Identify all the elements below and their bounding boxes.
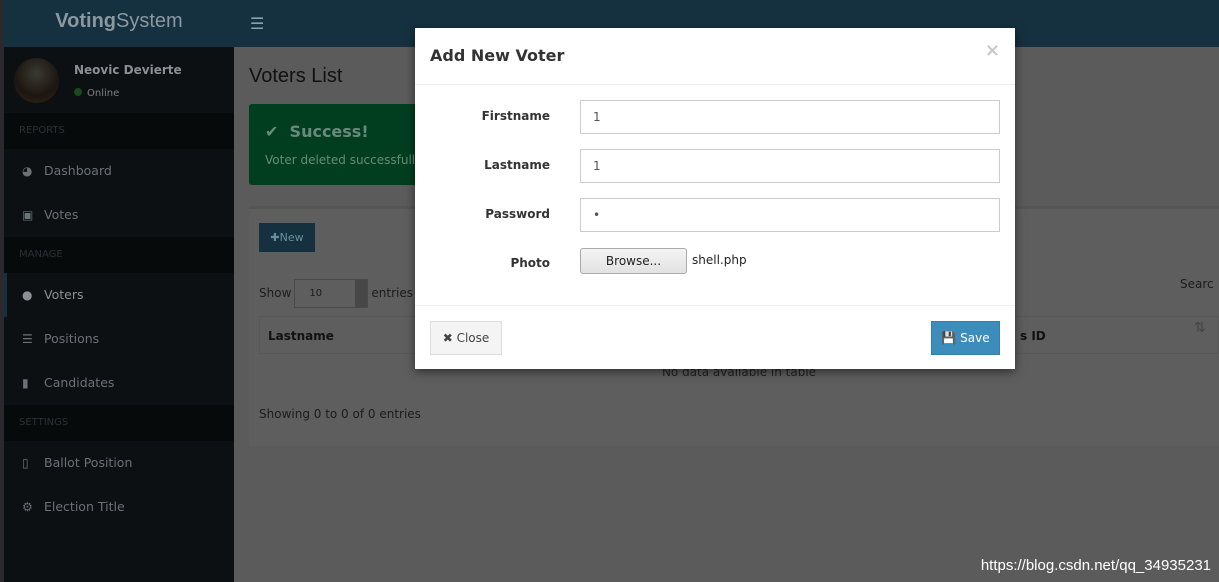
user-panel: Neovic Devierte Online xyxy=(4,47,234,113)
list-icon: ☰ xyxy=(22,332,33,346)
users-icon: ● xyxy=(22,288,33,302)
page-title: Voters List xyxy=(249,65,343,87)
password-field[interactable] xyxy=(580,198,1000,232)
sidebar-item-candidates[interactable]: ▮ Candidates xyxy=(4,361,234,405)
search-label: Searc xyxy=(1180,277,1214,291)
chevron-down-icon xyxy=(355,280,368,307)
browse-button[interactable]: Browse... xyxy=(580,248,687,274)
user-status: Online xyxy=(74,88,119,99)
sidebar-item-voters[interactable]: ● Voters xyxy=(4,273,234,317)
firstname-field[interactable] xyxy=(580,100,1000,134)
new-voter-button[interactable]: ✚New xyxy=(259,223,315,252)
avatar xyxy=(14,58,59,103)
watermark: https://blog.csdn.net/qq_34935231 xyxy=(980,557,1211,574)
entries-select[interactable]: 10 xyxy=(294,279,369,308)
column-voters-id[interactable]: s ID xyxy=(1020,317,1046,355)
user-name: Neovic Devierte xyxy=(74,63,182,77)
file-icon: ▯ xyxy=(22,456,29,470)
save-button[interactable]: 💾 Save xyxy=(931,321,1000,355)
sidebar-item-votes[interactable]: ▣ Votes xyxy=(4,193,234,237)
selected-file-name: shell.php xyxy=(692,253,747,267)
lock-icon: ▣ xyxy=(22,208,34,222)
sidebar-item-election-title[interactable]: ⚙ Election Title xyxy=(4,485,234,529)
check-icon: ✔ xyxy=(265,122,290,141)
add-voter-modal: Add New Voter × Firstname Lastname Passw… xyxy=(415,28,1015,369)
sidebar-item-dashboard[interactable]: ◕ Dashboard xyxy=(4,149,234,193)
cog-icon: ⚙ xyxy=(22,500,33,514)
id-card-icon: ▮ xyxy=(22,376,29,390)
sidebar-header-manage: MANAGE xyxy=(4,237,234,273)
logo[interactable]: VotingSystem xyxy=(4,0,234,47)
close-button[interactable]: ✖ Close xyxy=(430,321,502,355)
online-dot-icon xyxy=(74,88,82,96)
save-icon: 💾 xyxy=(941,331,961,345)
sidebar-header-settings: SETTINGS xyxy=(4,405,234,441)
sidebar-header-reports: REPORTS xyxy=(4,113,234,149)
modal-title: Add New Voter xyxy=(430,46,565,65)
dashboard-icon: ◕ xyxy=(22,164,33,178)
sort-icon[interactable]: ⇅ xyxy=(1194,320,1206,336)
close-icon[interactable]: × xyxy=(985,40,1000,61)
sidebar-item-positions[interactable]: ☰ Positions xyxy=(4,317,234,361)
table-info: Showing 0 to 0 of 0 entries xyxy=(259,407,421,421)
sidebar: Neovic Devierte Online REPORTS ◕ Dashboar… xyxy=(4,47,234,582)
sidebar-item-ballot-position[interactable]: ▯ Ballot Position xyxy=(4,441,234,485)
bars-icon[interactable]: ☰ xyxy=(250,14,264,33)
column-lastname[interactable]: Lastname xyxy=(268,329,334,343)
lastname-field[interactable] xyxy=(580,149,1000,183)
close-icon: ✖ xyxy=(442,331,457,345)
plus-icon: ✚ xyxy=(270,231,280,244)
